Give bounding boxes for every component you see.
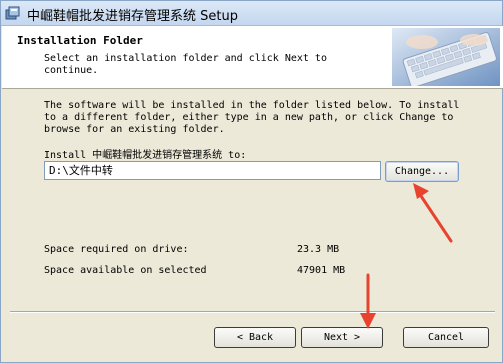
install-description: The software will be installed in the fo… <box>44 100 460 135</box>
header-banner: Installation Folder Select an installati… <box>2 26 503 89</box>
install-folder-label: Install 中崛鞋帽批发进销存管理系统 to: <box>44 150 247 161</box>
space-available-label: Space available on selected <box>44 265 207 276</box>
install-path-field[interactable]: D:\文件中转 <box>44 161 381 180</box>
title-bar[interactable]: 中崛鞋帽批发进销存管理系统 Setup <box>1 1 502 26</box>
keyboard-banner-image <box>392 28 500 86</box>
space-required-value: 23.3 MB <box>297 244 340 255</box>
page-title: Installation Folder <box>17 34 143 47</box>
space-available-value: 47901 MB <box>297 265 346 276</box>
cancel-button[interactable]: Cancel <box>403 327 489 348</box>
annotation-arrow-to-change <box>413 183 453 243</box>
change-button[interactable]: Change... <box>385 161 459 182</box>
window-title: 中崛鞋帽批发进销存管理系统 Setup <box>27 9 238 24</box>
space-required-label: Space required on drive: <box>44 244 189 255</box>
back-button[interactable]: < Back <box>214 327 296 348</box>
page-subtitle: Select an installation folder and click … <box>44 53 327 76</box>
footer-divider <box>10 311 495 313</box>
setup-window: 中崛鞋帽批发进销存管理系统 Setup Installation Folder … <box>0 0 503 363</box>
annotation-arrow-to-next <box>360 273 376 329</box>
installer-app-icon <box>5 6 20 20</box>
